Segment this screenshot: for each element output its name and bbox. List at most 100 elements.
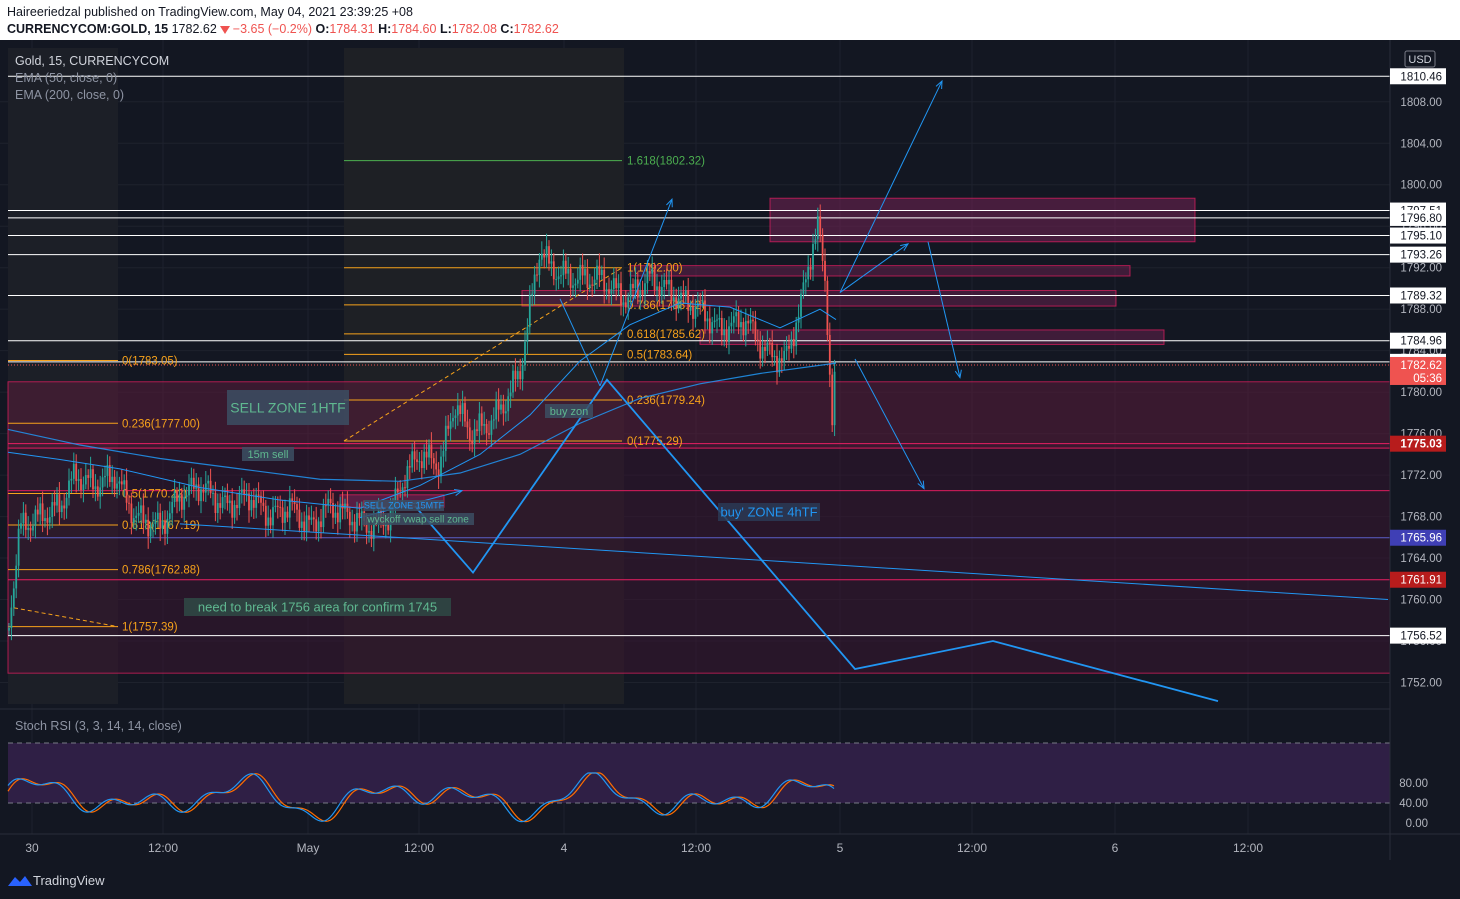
candle-body [32, 525, 34, 531]
candle-body [53, 502, 56, 506]
candle-body [156, 512, 159, 520]
stoch-tick-0: 80.00 [1399, 778, 1428, 790]
candle-body [684, 290, 687, 295]
candle-body [370, 530, 373, 539]
candle-body [44, 518, 46, 522]
candle-body [15, 565, 18, 589]
candle-body [788, 345, 790, 349]
level-label-4: 1793.26 [1400, 250, 1442, 262]
candle-body [528, 295, 531, 328]
candle-body [336, 512, 339, 523]
candle-body [605, 289, 608, 292]
candle-body [560, 275, 562, 277]
candle-body [168, 513, 171, 519]
candle-body [351, 521, 354, 526]
candle-body [286, 511, 289, 518]
candle-body [10, 607, 13, 628]
candle-body [660, 287, 663, 297]
candle-body [130, 503, 133, 523]
candle-body [92, 469, 94, 490]
candle-body [58, 494, 61, 513]
candle-body [267, 517, 270, 526]
candle-body [538, 259, 541, 276]
candle-body [672, 297, 675, 302]
candle-body [226, 495, 229, 504]
candle-body [164, 520, 166, 534]
candle-body [591, 284, 594, 286]
candle-body [756, 339, 759, 341]
candle-body [348, 511, 351, 526]
candle-body [346, 503, 349, 512]
candle-body [596, 265, 598, 280]
price-tick-14: 1752.00 [1400, 678, 1442, 690]
candle-body [308, 515, 310, 520]
candle-body [670, 279, 673, 302]
candle-body [644, 283, 646, 295]
candle-body [444, 425, 447, 451]
candle-body [680, 292, 682, 299]
candle-body [536, 274, 538, 276]
candle-body [322, 505, 325, 528]
price-tick-12: 1760.00 [1400, 595, 1442, 607]
candle-body [123, 480, 126, 485]
candle-body [51, 502, 54, 518]
level-label-3: 1795.10 [1400, 231, 1442, 243]
candle-body [800, 293, 802, 317]
candle-body [663, 279, 666, 288]
legend-ema50[interactable]: EMA (50, close, 0) [15, 70, 169, 87]
candle-body [257, 494, 260, 496]
legend-title[interactable]: Gold, 15, CURRENCYCOM [15, 53, 169, 70]
candle-body [480, 413, 483, 426]
candle-body [699, 302, 702, 304]
candle-body [113, 476, 116, 489]
candle-body [689, 306, 692, 311]
candle-body [478, 413, 481, 432]
candle-body [24, 512, 27, 530]
candle-body [622, 302, 625, 306]
candle-body [783, 350, 786, 361]
candle-body [764, 347, 766, 351]
candle-body [696, 302, 699, 308]
price-tick-11: 1764.00 [1400, 553, 1442, 565]
candle-body [531, 293, 534, 296]
candle-body [315, 519, 318, 532]
stoch-legend[interactable]: Stoch RSI (3, 3, 14, 14, close) [15, 719, 182, 733]
candle-body [735, 312, 738, 317]
candle-body [742, 322, 745, 336]
time-tick-4: 4 [561, 841, 568, 855]
level-label-10: 1756.52 [1400, 631, 1442, 643]
candle-body [396, 488, 399, 493]
candle-body [176, 491, 178, 502]
candle-body [236, 504, 238, 509]
fib-left-label-1: 0.236(1777.00) [122, 418, 200, 430]
candle-body [454, 415, 457, 418]
candle-body [442, 450, 445, 457]
candle-body [152, 524, 154, 527]
chart-legend: Gold, 15, CURRENCYCOM EMA (50, close, 0)… [15, 53, 169, 104]
candle-body [425, 451, 428, 458]
candle-body [586, 269, 589, 288]
price-tick-7: 1780.00 [1400, 387, 1442, 399]
candle-body [521, 364, 524, 380]
candle-body [284, 511, 286, 523]
candle-body [771, 342, 774, 358]
price-chart[interactable]: 0(1783.05)0.236(1777.00)0.5(1770.22)0.61… [0, 0, 1460, 899]
candle-body [656, 286, 658, 291]
time-tick-7: 12:00 [957, 841, 987, 855]
candle-body [281, 507, 284, 523]
candle-body [651, 268, 654, 274]
candle-body [507, 396, 510, 412]
candle-body [567, 269, 570, 274]
time-tick-5: 12:00 [681, 841, 711, 855]
candle-body [72, 463, 75, 479]
legend-ema200[interactable]: EMA (200, close, 0) [15, 87, 169, 104]
price-tick-5: 1788.00 [1400, 304, 1442, 316]
candle-body [464, 403, 466, 422]
candle-body [732, 316, 735, 323]
candle-body [562, 260, 565, 276]
candle-body [514, 370, 517, 380]
candle-body [166, 518, 169, 534]
candle-body [728, 326, 730, 342]
candle-body [132, 518, 135, 523]
candle-body [420, 461, 423, 469]
